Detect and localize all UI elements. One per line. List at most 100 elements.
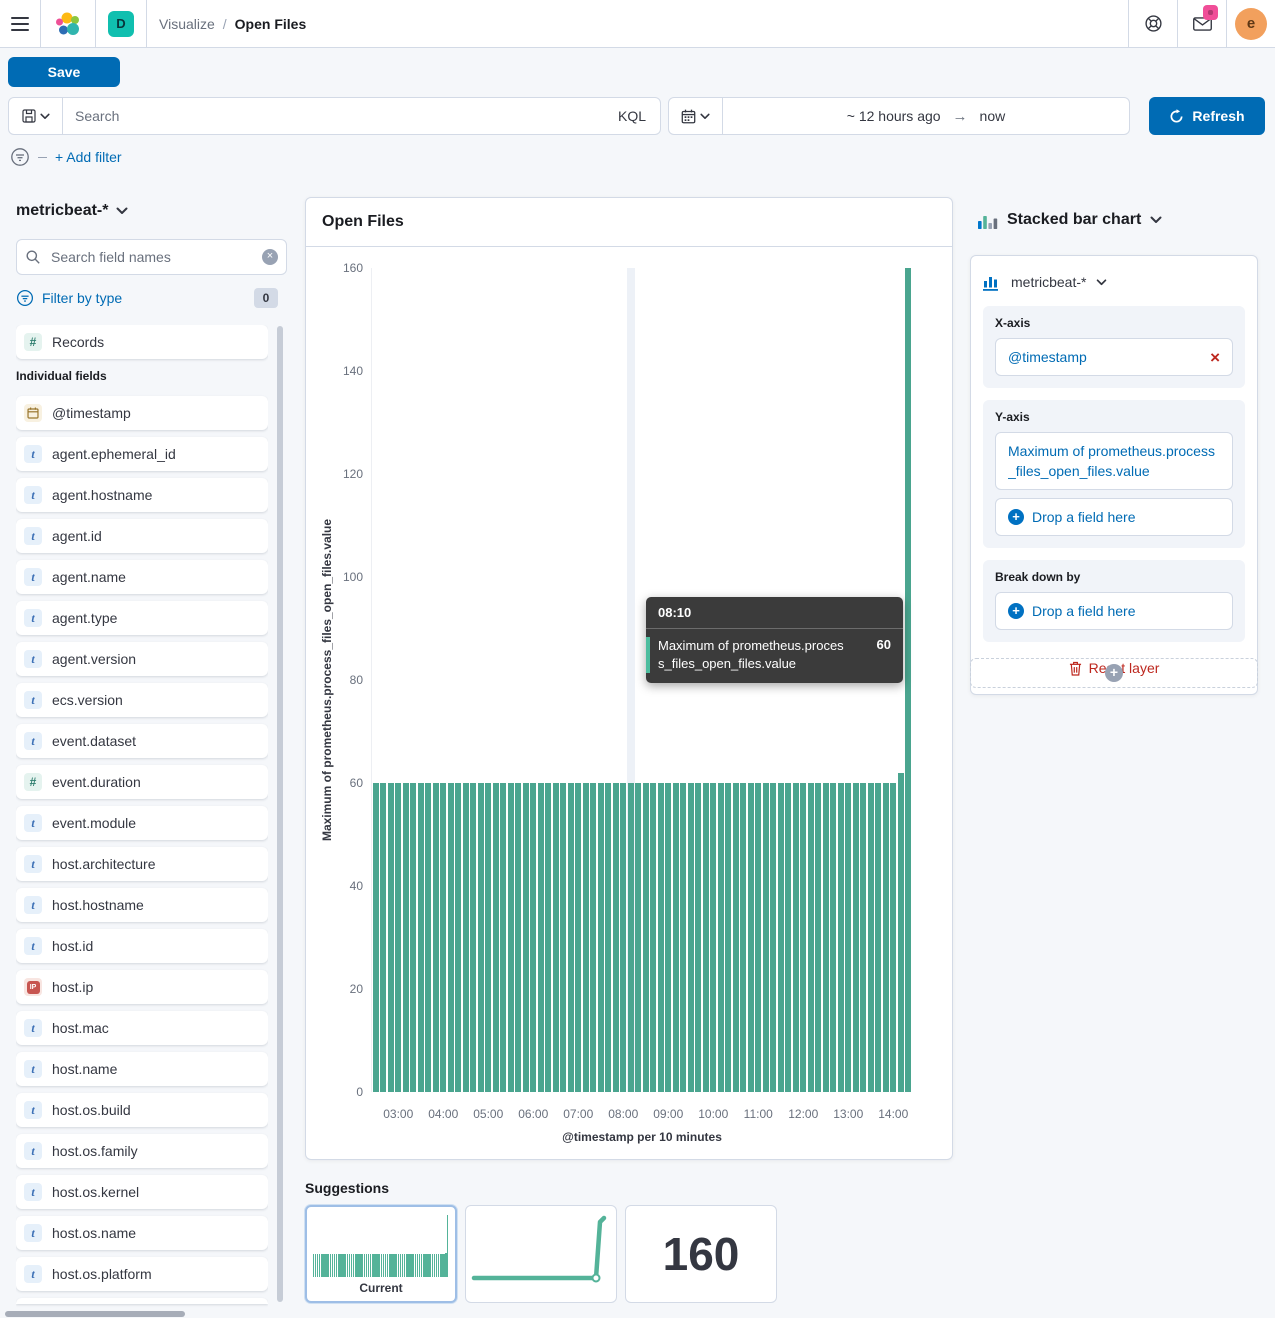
index-pattern-icon (983, 274, 1001, 291)
y-tick-label: 80 (350, 673, 363, 687)
x-tick-label: 07:00 (563, 1107, 593, 1121)
field-item[interactable]: thost.os.platform (16, 1257, 268, 1291)
filter-circle-icon[interactable] (10, 147, 30, 167)
bar (470, 783, 476, 1092)
field-item[interactable]: thost.os.kernel (16, 1175, 268, 1209)
break-down-drop-target[interactable]: + Drop a field here (995, 592, 1233, 630)
suggestion-line-chart[interactable] (465, 1205, 617, 1303)
string-token-icon: t (24, 609, 42, 627)
newsfeed-button[interactable] (1178, 0, 1226, 48)
search-icon (25, 249, 41, 265)
search-bar: KQL (8, 97, 661, 135)
plus-circle-icon: + (1008, 509, 1024, 525)
clear-search-button[interactable]: × (262, 249, 278, 265)
user-menu-button[interactable]: e (1227, 0, 1275, 48)
field-item[interactable]: thost.os.name (16, 1216, 268, 1250)
field-item[interactable]: tagent.name (16, 560, 268, 594)
string-token-icon: t (24, 1060, 42, 1078)
query-language-button[interactable]: KQL (604, 108, 660, 124)
x-tick-label: 03:00 (383, 1107, 413, 1121)
field-item[interactable]: thost.name (16, 1052, 268, 1086)
ip-token-icon: IP (24, 978, 42, 996)
string-token-icon: t (24, 1265, 42, 1283)
bar (515, 783, 521, 1092)
chart-type-switcher[interactable]: Stacked bar chart (978, 211, 1162, 229)
bar-chart-thumbnail (313, 1215, 449, 1277)
string-token-icon: t (24, 445, 42, 463)
refresh-button[interactable]: Refresh (1149, 97, 1265, 135)
x-tick-label: 09:00 (653, 1107, 683, 1121)
field-item[interactable]: tagent.ephemeral_id (16, 437, 268, 471)
add-filter-button[interactable]: + Add filter (55, 149, 122, 165)
menu-button[interactable] (0, 0, 40, 48)
save-query-icon (22, 109, 36, 123)
field-item[interactable]: thost.os.build (16, 1093, 268, 1127)
x-tick-label: 04:00 (428, 1107, 458, 1121)
remove-dimension-icon[interactable]: × (1210, 349, 1220, 366)
field-item[interactable]: tagent.type (16, 601, 268, 635)
save-button[interactable]: Save (8, 57, 120, 87)
bar (650, 783, 656, 1092)
bar (425, 783, 431, 1092)
bar (890, 783, 896, 1092)
sidebar-scrollbar[interactable] (277, 326, 283, 1302)
chart-title: Open Files (306, 198, 952, 247)
field-item[interactable]: @timestamp (16, 396, 268, 430)
filter-by-type-button[interactable]: Filter by type (16, 289, 122, 307)
field-item[interactable]: thost.architecture (16, 847, 268, 881)
bar (575, 783, 581, 1092)
divider (38, 157, 47, 158)
field-item[interactable]: thost.id (16, 929, 268, 963)
date-range-display[interactable]: ~ 12 hours ago → now (723, 108, 1129, 125)
date-quick-select-button[interactable] (669, 98, 723, 134)
field-item[interactable]: tagent.hostname (16, 478, 268, 512)
add-layer-button[interactable]: + (970, 658, 1258, 688)
field-item[interactable]: thost.mac (16, 1011, 268, 1045)
y-axis-dimension[interactable]: Maximum of prometheus.process_files_open… (995, 432, 1233, 490)
y-tick-label: 160 (343, 261, 363, 275)
field-search-input[interactable] (49, 248, 254, 266)
suggestion-current[interactable]: Current (305, 1205, 457, 1303)
bar (883, 783, 889, 1092)
date-range-end[interactable]: now (980, 108, 1006, 124)
bar (553, 783, 559, 1092)
field-item[interactable]: tevent.module (16, 806, 268, 840)
bar (838, 783, 844, 1092)
field-item[interactable]: thost.os.family (16, 1134, 268, 1168)
bar (688, 783, 694, 1092)
index-pattern-selector[interactable]: metricbeat-* (16, 202, 128, 220)
records-field-item[interactable]: # Records (16, 325, 268, 359)
x-tick-label: 05:00 (473, 1107, 503, 1121)
space-selector[interactable]: D (96, 0, 146, 48)
help-button[interactable] (1129, 0, 1177, 48)
string-token-icon: t (24, 1019, 42, 1037)
field-item[interactable]: thost.hostname (16, 888, 268, 922)
string-token-icon: t (24, 855, 42, 873)
horizontal-scrollbar[interactable] (5, 1311, 185, 1317)
field-item[interactable]: IPhost.ip (16, 970, 268, 1004)
date-range-start[interactable]: ~ 12 hours ago (847, 108, 941, 124)
bar (868, 783, 874, 1092)
field-item[interactable]: tagent.id (16, 519, 268, 553)
x-tick-label: 10:00 (698, 1107, 728, 1121)
string-token-icon: t (24, 486, 42, 504)
y-axis-drop-target[interactable]: + Drop a field here (995, 498, 1233, 536)
calendar-icon (681, 109, 696, 124)
breadcrumb-visualize[interactable]: Visualize (159, 16, 215, 32)
field-item[interactable]: tevent.dataset (16, 724, 268, 758)
field-item[interactable]: tecs.version (16, 683, 268, 717)
search-input[interactable] (63, 108, 604, 124)
layer-index-pattern-selector[interactable]: metricbeat-* (983, 268, 1245, 296)
x-axis-ticks: 03:0004:0005:0006:0007:0008:0009:0010:00… (372, 1107, 912, 1123)
bar (418, 783, 424, 1092)
filter-by-type-row: Filter by type 0 (16, 286, 278, 310)
bar (583, 783, 589, 1092)
field-item[interactable]: tagent.version (16, 642, 268, 676)
x-axis-dimension[interactable]: @timestamp × (995, 338, 1233, 376)
saved-query-menu-button[interactable] (9, 98, 63, 134)
elastic-logo[interactable] (41, 0, 95, 48)
field-item[interactable]: #event.duration (16, 765, 268, 799)
bar (380, 783, 386, 1092)
chevron-down-icon (1096, 279, 1107, 286)
suggestion-metric[interactable]: 160 (625, 1205, 777, 1303)
